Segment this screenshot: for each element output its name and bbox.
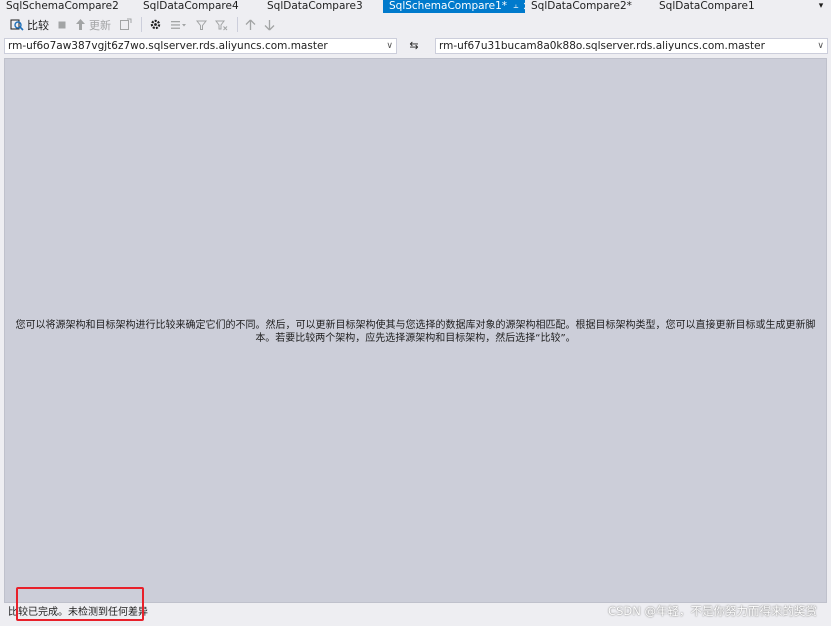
target-connection-value: rm-uf67u31bucam8a0k88o.sqlserver.rds.ali… [439,40,765,52]
csdn-watermark: CSDN @年轻，不是你努力而得来的奖赏 [608,604,817,618]
swap-source-target-button[interactable]: ⇆ [404,39,424,53]
previous-change-button[interactable] [242,15,259,34]
tab-sqldatacompare3[interactable]: SqlDataCompare3 [261,0,383,13]
filter-button[interactable] [193,15,210,34]
tab-label: SqlSchemaCompare1* [389,0,508,12]
stop-icon [58,21,66,28]
update-label: 更新 [89,18,111,32]
source-connection-select[interactable]: rm-uf6o7aw387vgjt6z7wo.sqlserver.rds.ali… [4,38,397,54]
target-connection-select[interactable]: rm-uf67u31bucam8a0k88o.sqlserver.rds.ali… [435,38,828,54]
status-highlight-annotation [16,587,144,621]
tab-label: SqlDataCompare2* [531,0,632,12]
compare-icon [10,19,24,31]
tab-sqlschemacompare1[interactable]: SqlSchemaCompare1* ⫠ ✕ [383,0,525,13]
tab-overflow-dropdown-icon[interactable]: ▾ [815,0,827,13]
filter-clear-icon [215,20,228,30]
schema-compare-window: SqlSchemaCompare2 SqlDataCompare4 SqlDat… [0,0,831,626]
toolbar-separator [237,17,238,32]
gear-icon [150,19,161,30]
update-button[interactable]: 更新 [72,15,114,34]
source-connection-value: rm-uf6o7aw387vgjt6z7wo.sqlserver.rds.ali… [8,40,328,52]
tab-sqldatacompare1[interactable]: SqlDataCompare1 [653,0,793,13]
clear-filter-button[interactable] [212,15,231,34]
compare-label: 比较 [27,18,49,32]
tab-label: SqlDataCompare3 [267,0,363,12]
script-icon [120,18,132,30]
compare-button[interactable]: 比较 [7,15,52,34]
connection-bar: rm-uf6o7aw387vgjt6z7wo.sqlserver.rds.ali… [0,36,831,56]
filter-icon [196,20,207,30]
chevron-down-icon[interactable]: ∨ [386,39,393,53]
options-button[interactable] [146,15,165,34]
arrow-up-icon [245,19,256,30]
tab-sqldatacompare2[interactable]: SqlDataCompare2* [525,0,653,13]
stop-button[interactable] [54,15,70,34]
tab-sqlschemacompare2[interactable]: SqlSchemaCompare2 [0,0,137,13]
update-arrow-icon [76,19,85,30]
next-change-button[interactable] [261,15,278,34]
tab-label: SqlDataCompare4 [143,0,239,12]
toolbar-separator [141,17,142,32]
group-list-icon [171,20,186,29]
tab-label: SqlSchemaCompare2 [6,0,119,12]
swap-arrows-icon: ⇆ [409,39,419,52]
chevron-down-icon[interactable]: ∨ [817,39,824,53]
tab-label: SqlDataCompare1 [659,0,755,12]
empty-state-message: 您可以将源架构和目标架构进行比较来确定它们的不同。然后，可以更新目标架构使其与您… [15,320,816,344]
arrow-down-icon [264,19,275,30]
tab-sqldatacompare4[interactable]: SqlDataCompare4 [137,0,261,13]
document-tab-strip: SqlSchemaCompare2 SqlDataCompare4 SqlDat… [0,0,831,13]
compare-toolbar: 比较 更新 [0,13,831,36]
group-results-button[interactable] [167,15,191,34]
pin-icon[interactable]: ⫠ [513,0,518,13]
generate-script-button[interactable] [116,15,135,34]
comparison-results-panel: 您可以将源架构和目标架构进行比较来确定它们的不同。然后，可以更新目标架构使其与您… [4,58,827,603]
